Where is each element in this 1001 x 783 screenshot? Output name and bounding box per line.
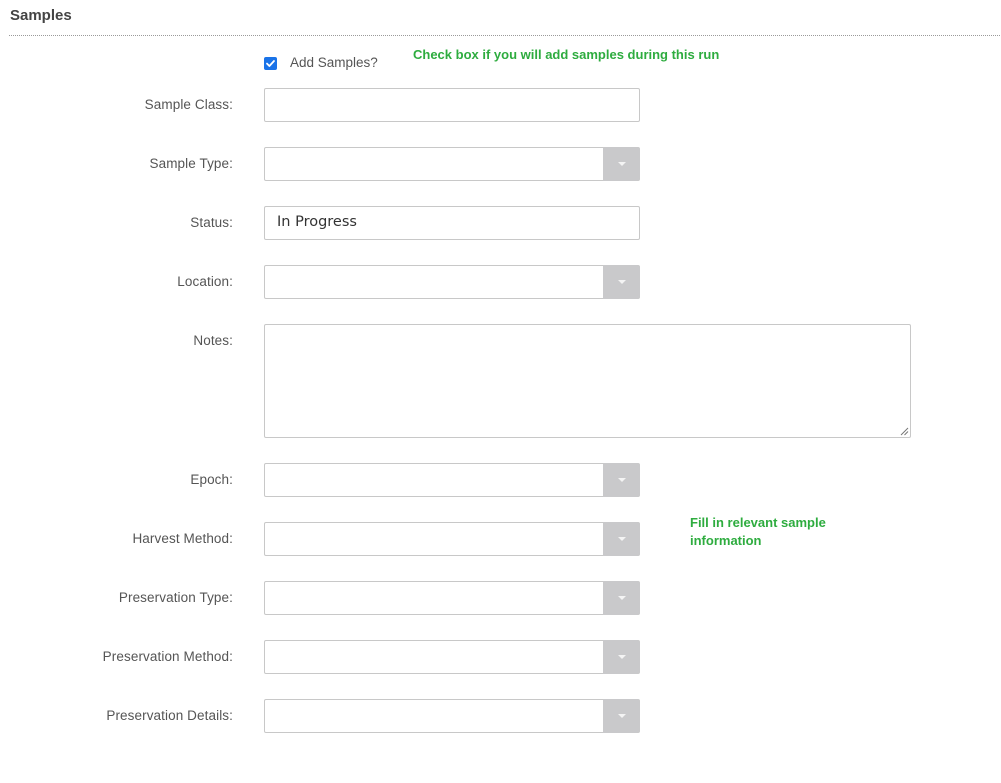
- preservation-method-dropdown-button[interactable]: [603, 640, 640, 674]
- caret-down-icon: [618, 537, 626, 541]
- epoch-label: Epoch:: [190, 472, 233, 487]
- location-select[interactable]: [264, 265, 640, 299]
- preservation-details-label: Preservation Details:: [106, 708, 233, 723]
- caret-down-icon: [618, 162, 626, 166]
- add-samples-label: Add Samples?: [290, 55, 378, 70]
- epoch-select[interactable]: [264, 463, 640, 497]
- resize-grip-icon[interactable]: [899, 426, 909, 436]
- section-divider: [9, 35, 1000, 36]
- status-label: Status:: [190, 215, 233, 230]
- preservation-details-dropdown-button[interactable]: [603, 699, 640, 733]
- preservation-type-dropdown-button[interactable]: [603, 581, 640, 615]
- epoch-dropdown-button[interactable]: [603, 463, 640, 497]
- harvest-method-dropdown-button[interactable]: [603, 522, 640, 556]
- location-label: Location:: [177, 274, 233, 289]
- caret-down-icon: [618, 714, 626, 718]
- add-samples-hint: Check box if you will add samples during…: [413, 47, 720, 62]
- harvest-method-label: Harvest Method:: [132, 531, 233, 546]
- section-title: Samples: [10, 7, 72, 24]
- preservation-method-select[interactable]: [264, 640, 640, 674]
- add-samples-checkbox[interactable]: [264, 57, 277, 70]
- caret-down-icon: [618, 478, 626, 482]
- harvest-method-select[interactable]: [264, 522, 640, 556]
- notes-label: Notes:: [193, 333, 233, 348]
- caret-down-icon: [618, 596, 626, 600]
- checkmark-icon: [266, 60, 275, 67]
- sample-type-dropdown-button[interactable]: [603, 147, 640, 181]
- preservation-type-label: Preservation Type:: [118, 590, 233, 605]
- preservation-method-label: Preservation Method:: [102, 649, 233, 664]
- status-input[interactable]: In Progress: [264, 206, 640, 240]
- sample-class-input[interactable]: [264, 88, 640, 122]
- location-dropdown-button[interactable]: [603, 265, 640, 299]
- sample-type-label: Sample Type:: [149, 156, 233, 171]
- preservation-details-select[interactable]: [264, 699, 640, 733]
- fill-in-hint: Fill in relevant sample information: [690, 515, 826, 548]
- caret-down-icon: [618, 655, 626, 659]
- caret-down-icon: [618, 280, 626, 284]
- sample-type-select[interactable]: [264, 147, 640, 181]
- notes-textarea[interactable]: [264, 324, 911, 438]
- preservation-type-select[interactable]: [264, 581, 640, 615]
- sample-class-label: Sample Class:: [144, 97, 233, 112]
